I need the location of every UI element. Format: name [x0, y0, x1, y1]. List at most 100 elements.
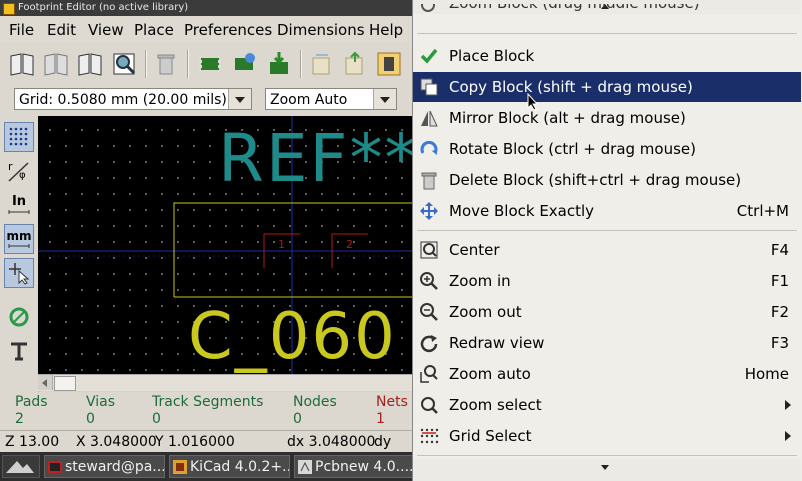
cursor-shape-button[interactable]	[4, 258, 34, 288]
stat-header-nodes: Nodes	[293, 394, 337, 410]
window-title: Footprint Editor (no active library)	[18, 2, 189, 13]
menu-item-rotate-block[interactable]: Rotate Block (ctrl + drag mouse)	[413, 134, 801, 164]
menu-item-zoom-out[interactable]: Zoom out F2	[413, 297, 801, 327]
menu-view[interactable]: View	[88, 21, 124, 39]
menu-item-label: Move Block Exactly	[449, 202, 595, 220]
menu-item-label: Zoom select	[449, 396, 542, 414]
zoom-block-icon	[421, 4, 435, 12]
menu-item-label: Zoom auto	[449, 365, 531, 383]
new-footprint-icon[interactable]	[196, 50, 224, 78]
delete-part-icon[interactable]	[152, 50, 180, 78]
menu-item-zoom-block[interactable]: Zoom Block (drag middle mouse)	[413, 4, 801, 24]
menu-item-zoom-auto[interactable]: Zoom auto Home	[413, 359, 801, 389]
menu-item-copy-block[interactable]: Copy Block (shift + drag mouse)	[413, 72, 801, 102]
zoom-auto-icon	[420, 365, 438, 383]
text-sketch-button[interactable]	[4, 336, 34, 366]
grid-dots-icon	[9, 127, 28, 146]
menu-place[interactable]: Place	[134, 21, 174, 39]
menu-item-grid-select[interactable]: Grid Select	[413, 421, 801, 451]
save-library-icon[interactable]	[42, 50, 70, 78]
zoom-select[interactable]: Zoom Auto	[265, 88, 397, 110]
menu-scroll-down[interactable]	[413, 459, 801, 481]
submenu-arrow-icon	[785, 431, 791, 441]
board-setup-icon[interactable]	[375, 50, 403, 78]
units-mm-label: mm	[6, 228, 32, 243]
export-footprint-icon[interactable]	[341, 50, 369, 78]
terminal-icon	[48, 461, 62, 473]
zoom-out-icon	[420, 303, 438, 321]
pad-sketch-icon	[9, 307, 29, 327]
menu-item-label: Zoom out	[449, 303, 522, 321]
kicad-icon	[173, 460, 187, 474]
task-pcbnew[interactable]: Pcbnew 4.0....	[294, 455, 415, 478]
start-menu-icon	[6, 461, 34, 473]
chevron-down-icon[interactable]	[373, 89, 396, 109]
menu-item-accel: F4	[770, 241, 789, 259]
scroll-left-button[interactable]	[38, 375, 53, 390]
menu-item-move-block-exactly[interactable]: Move Block Exactly Ctrl+M	[413, 196, 801, 226]
menu-item-zoom-select[interactable]: Zoom select	[413, 390, 801, 420]
reference-text[interactable]: REF**	[218, 116, 412, 202]
menu-item-zoom-in[interactable]: Zoom in F1	[413, 266, 801, 296]
svg-text:r: r	[8, 160, 13, 173]
mirror-icon	[421, 110, 438, 127]
menu-item-place-block[interactable]: Place Block	[413, 41, 801, 71]
menu-item-mirror-block[interactable]: Mirror Block (alt + drag mouse)	[413, 103, 801, 133]
ruler-icon	[8, 210, 30, 214]
stat-header-vias: Vias	[86, 394, 116, 410]
start-button[interactable]	[2, 455, 40, 478]
scroll-thumb[interactable]	[54, 376, 76, 391]
context-menu: Zoom Block (drag middle mouse) Place Blo…	[412, 0, 802, 481]
text-tool-icon	[11, 342, 27, 361]
task-terminal[interactable]: steward@pa...	[44, 455, 165, 478]
browse-footprint-icon[interactable]	[110, 50, 138, 78]
trash-icon	[421, 172, 437, 190]
board-stats-panel: Pads Vias Track Segments Nodes Nets 2 0 …	[0, 392, 412, 430]
grid-select-value: Grid: 0.5080 mm (20.00 mils)	[19, 92, 227, 108]
zoom-center-icon	[420, 241, 438, 259]
menu-item-center[interactable]: Center F4	[413, 235, 801, 265]
new-library-icon[interactable]	[76, 50, 104, 78]
pad-2-label: 2	[346, 238, 353, 251]
show-pads-sketch-button[interactable]	[4, 302, 34, 332]
zoom-select-icon	[421, 397, 438, 414]
open-library-icon[interactable]	[8, 50, 36, 78]
courtyard-outline	[173, 202, 412, 297]
units-mm-button[interactable]: mm	[4, 224, 34, 254]
grid-icon	[420, 428, 439, 444]
menu-edit[interactable]: Edit	[47, 21, 76, 39]
chevron-down-icon[interactable]	[228, 89, 251, 109]
menu-item-delete-block[interactable]: Delete Block (shift+ctrl + drag mouse)	[413, 165, 801, 195]
task-kicad-label: KiCad 4.0.2+...	[190, 459, 290, 475]
units-inch-button[interactable]: In	[4, 190, 34, 220]
menu-item-accel: F2	[770, 303, 789, 321]
checkmark-icon	[420, 48, 438, 64]
rotate-icon	[420, 140, 438, 155]
value-text[interactable]: C_060	[188, 296, 397, 374]
submenu-arrow-icon	[785, 400, 791, 410]
horizontal-scrollbar[interactable]	[38, 374, 412, 391]
load-footprint-icon[interactable]	[265, 50, 293, 78]
polar-coords-button[interactable]: rφ	[4, 156, 34, 186]
menu-help[interactable]: Help	[369, 21, 403, 39]
task-kicad[interactable]: KiCad 4.0.2+...	[169, 455, 290, 478]
menu-file[interactable]: File	[9, 21, 34, 39]
left-toolbar: rφ In mm	[0, 116, 39, 392]
app-icon	[3, 3, 15, 15]
menu-item-label: Copy Block (shift + drag mouse)	[449, 78, 693, 96]
menu-preferences[interactable]: Preferences	[184, 21, 272, 39]
show-grid-button[interactable]	[4, 122, 34, 152]
ruler-icon	[8, 243, 30, 248]
menu-item-redraw-view[interactable]: Redraw view F3	[413, 328, 801, 358]
insert-footprint-icon[interactable]	[308, 50, 336, 78]
menu-item-label: Rotate Block (ctrl + drag mouse)	[449, 140, 696, 158]
dx-readout: dx 3.048000	[287, 434, 376, 450]
coordinate-bar: Z 13.00 X 3.048000 Y 1.016000 dx 3.04800…	[0, 430, 412, 472]
footprint-wizard-icon[interactable]	[230, 50, 258, 78]
redraw-icon	[420, 335, 438, 353]
footprint-canvas[interactable]: 1 2 REF** C_060	[38, 116, 412, 374]
zoom-readout: Z 13.00	[5, 434, 60, 450]
grid-select[interactable]: Grid: 0.5080 mm (20.00 mils)	[14, 88, 252, 110]
menu-item-zoom-block-label: Zoom Block (drag middle mouse)	[449, 4, 700, 18]
menu-dimensions[interactable]: Dimensions	[277, 21, 365, 39]
